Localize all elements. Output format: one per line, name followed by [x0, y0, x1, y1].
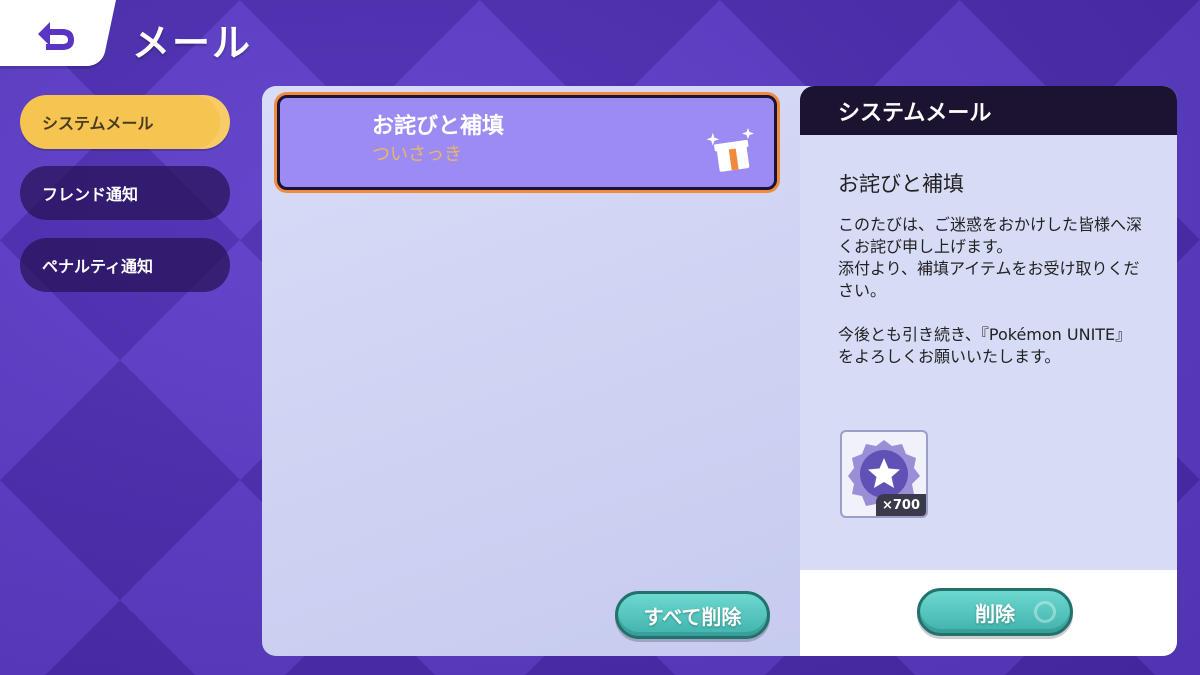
tab-penalty-notifications[interactable]: ペナルティ通知 [20, 238, 230, 292]
detail-body: このたびは、ご迷惑をおかけした皆様へ深くお詫び申し上げます。 添付より、補填アイ… [838, 214, 1143, 390]
detail-header-label: システムメール [838, 100, 992, 126]
pokeball-deco-icon [1034, 601, 1056, 623]
detail-title: お詫びと補填 [838, 172, 964, 196]
mail-detail-panel: システムメール お詫びと補填 このたびは、ご迷惑をおかけした皆様へ深くお詫び申し… [800, 86, 1177, 656]
detail-body-paragraph: 今後とも引き続き、『Pokémon UNITE』をよろしくお願いいたします。 [838, 325, 1132, 366]
reward-quantity: ×700 [875, 494, 926, 516]
mail-time: ついさっき [372, 144, 462, 165]
tab-label: ペナルティ通知 [42, 257, 154, 276]
delete-all-button[interactable]: すべて削除 [615, 591, 770, 639]
tab-label: フレンド通知 [42, 185, 139, 204]
mail-list-panel: お詫びと補填 ついさっき すべて削除 [262, 86, 822, 656]
tab-system-mail[interactable]: システムメール [20, 95, 230, 149]
tab-label: システムメール [42, 114, 154, 133]
detail-body-paragraph: このたびは、ご迷惑をおかけした皆様へ深くお詫び申し上げます。 添付より、補填アイ… [838, 215, 1143, 300]
mail-list-item[interactable]: お詫びと補填 ついさっき [277, 95, 777, 190]
gift-icon [706, 128, 754, 172]
reward-item[interactable]: ×700 [840, 430, 928, 518]
tab-friend-notifications[interactable]: フレンド通知 [20, 166, 230, 220]
detail-footer: 削除 [800, 570, 1177, 656]
delete-label: 削除 [975, 601, 1015, 626]
back-arrow-icon[interactable] [24, 14, 80, 54]
mail-screen: メール システムメール フレンド通知 ペナルティ通知 お詫びと補填 ついさっき … [0, 0, 1200, 675]
delete-all-label: すべて削除 [643, 604, 742, 629]
mail-subject: お詫びと補填 [372, 114, 505, 139]
page-title: メール [132, 21, 253, 65]
delete-button[interactable]: 削除 [917, 588, 1073, 636]
detail-header: システムメール [800, 86, 1177, 135]
